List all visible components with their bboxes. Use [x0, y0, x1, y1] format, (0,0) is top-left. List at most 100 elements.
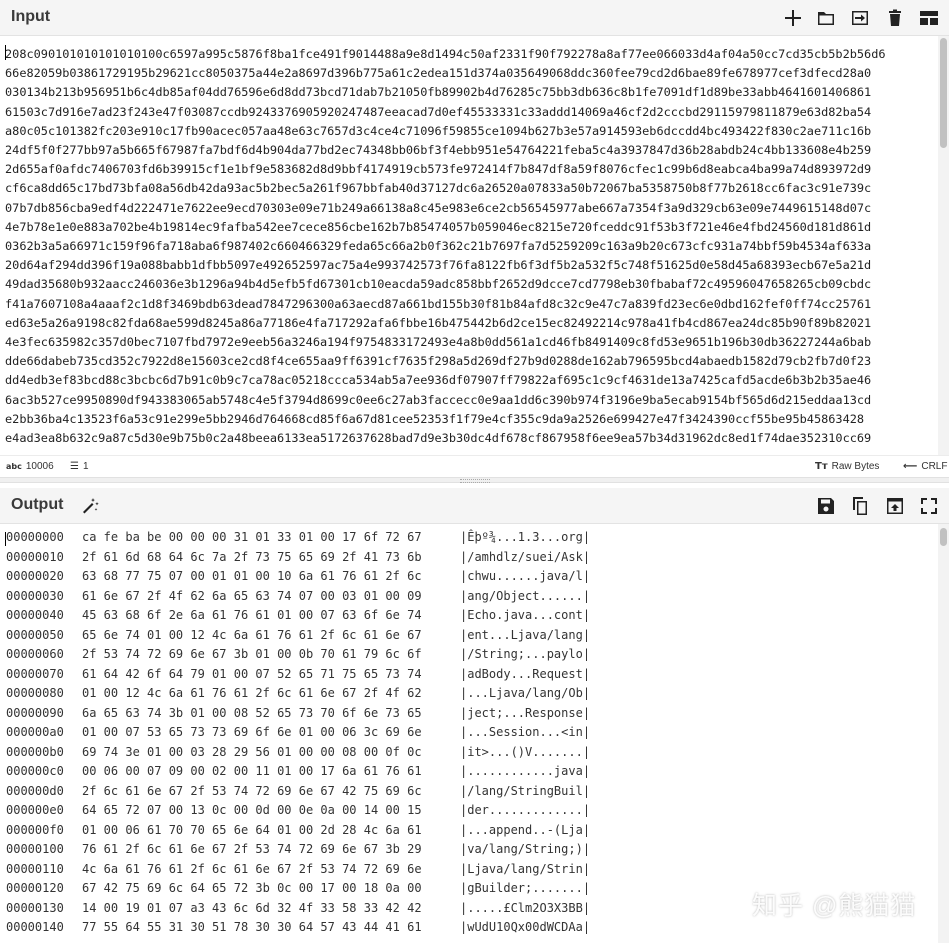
ascii-column: |it>...()V.......| [460, 744, 591, 759]
input-line: dd4edb3ef83bcd88c3bcbc6d7b91c0b9c7ca78ac… [5, 373, 872, 388]
input-line: f41a7607108a4aaaf2c1d8f3469bdb63dead7847… [5, 296, 872, 311]
input-line: 0362b3a5a66971c159f96fa718aba6f987402c66… [5, 239, 872, 254]
ascii-column: |...append..-(Lja| [460, 822, 591, 837]
hex-offset: 00000120 [6, 881, 64, 895]
ascii-column: |gBuilder;.......| [460, 881, 591, 895]
hex-bytes: 01 00 12 4c 6a 61 76 61 2f 6c 61 6e 67 2… [82, 686, 422, 700]
input-line: 20d64af294dd396f19a088babb1dfbb5097e4926… [5, 258, 872, 273]
input-line: 4e3fec635982c357d0bec7107fbd7972e9eeb56a… [5, 335, 872, 350]
output-hexdump[interactable]: 00000000 ca fe ba be 00 00 00 31 01 33 01… [0, 528, 936, 943]
hex-offset: 00000140 [6, 920, 64, 934]
line-count: 1 [82, 461, 89, 472]
maximize-icon [921, 498, 937, 514]
hex-bytes: 65 6e 74 01 00 12 4c 6a 61 76 61 2f 6c 6… [82, 627, 422, 642]
hex-offset: 00000100 [6, 842, 64, 856]
import-icon [852, 11, 868, 25]
maximize-output-button[interactable] [917, 494, 941, 518]
input-line: 4e7b78e1e0e883a702be4b19814ec9fafba542ee… [5, 219, 872, 234]
hex-bytes: 61 6e 67 2f 4f 62 6a 65 63 74 07 00 03 0… [82, 588, 422, 603]
ascii-column: |............java| [460, 764, 591, 778]
input-line: 6ac3b527ce9950890df943383065ab5748c4e5f3… [5, 392, 872, 407]
output-scrollbar[interactable] [938, 524, 949, 943]
input-textarea[interactable]: 208c090101010101010100c6597a995c5876f8ba… [0, 36, 936, 454]
hex-bytes: 69 74 3e 01 00 03 28 29 56 01 00 00 08 0… [82, 744, 422, 759]
resize-grip[interactable] [460, 479, 490, 483]
text-cursor [5, 45, 6, 60]
ascii-column: |va/lang/String;)| [460, 842, 591, 856]
hexdump-row: 00000030 61 6e 67 2f 4f 62 6a 65 63 74 07… [0, 587, 936, 607]
ascii-column: |/String;...paylo| [460, 647, 591, 661]
add-tab-button[interactable] [781, 6, 805, 30]
hex-offset: 000000a0 [6, 725, 64, 739]
hex-offset: 00000090 [6, 705, 64, 720]
hex-bytes: 77 55 64 55 31 30 51 78 30 30 64 57 43 4… [82, 920, 422, 934]
output-scrollbar-thumb[interactable] [940, 528, 947, 546]
hexdump-row: 00000000 ca fe ba be 00 00 00 31 01 33 01… [0, 528, 936, 548]
hex-bytes: 61 64 42 6f 64 79 01 00 07 52 65 71 75 6… [82, 666, 422, 681]
zhihu-watermark: 知乎 @熊猫猫 [752, 892, 917, 920]
hex-offset: 000000b0 [6, 744, 64, 759]
input-panel-header: Input [0, 0, 949, 36]
ascii-column: |wUdU10Qx00dWCDAa| [460, 920, 591, 934]
reset-layout-button[interactable] [917, 6, 941, 30]
eol-selector[interactable]: ⟵ CRLF [903, 461, 947, 472]
text-encoding-icon: Tт [815, 461, 828, 472]
hex-bytes: 2f 61 6d 68 64 6c 7a 2f 73 75 65 69 2f 4… [82, 549, 422, 564]
input-line: e4ad3ea8b632c9a87c5d30e9b75b0c2a48beea61… [5, 431, 872, 446]
open-folder-button[interactable] [848, 6, 872, 30]
open-file-button[interactable] [814, 6, 838, 30]
replace-input-button[interactable] [883, 494, 907, 518]
hexdump-row: 00000100 76 61 2f 6c 61 6e 67 2f 53 74 72… [0, 840, 936, 860]
return-arrow-icon: ⟵ [903, 461, 918, 472]
line-count-icon: ☰ [70, 461, 79, 472]
copy-output-button[interactable] [848, 494, 872, 518]
panel-resize-divider[interactable] [0, 477, 949, 483]
save-icon [818, 498, 834, 514]
magic-button[interactable] [78, 494, 102, 518]
hex-bytes: 4c 6a 61 76 61 2f 6c 61 6e 67 2f 53 74 7… [82, 861, 422, 876]
input-status-bar: abc 10006 ☰ 1 Tт Raw Bytes ⟵ CRLF [0, 455, 949, 478]
input-title: Input [11, 8, 51, 25]
input-line: 208c090101010101010100c6597a995c5876f8ba… [5, 47, 886, 61]
hexdump-row: 00000020 63 68 77 75 07 00 01 01 00 10 6a… [0, 567, 936, 587]
ascii-column: |ang/Object......| [460, 588, 591, 603]
hexdump-row: 00000070 61 64 42 6f 64 79 01 00 07 52 65… [0, 665, 936, 685]
hex-bytes: 01 00 07 53 65 73 73 69 6f 6e 01 00 06 3… [82, 725, 422, 739]
input-encoding-selector[interactable]: Tт Raw Bytes [815, 461, 879, 472]
input-line: 66e82059b03861729195b29621cc8050375a44e2… [5, 66, 872, 81]
save-output-button[interactable] [814, 494, 838, 518]
hex-offset: 00000010 [6, 549, 64, 564]
input-line: 49dad35680b932aacc246036e3b1296a94b4d5ef… [5, 277, 872, 292]
hex-offset: 000000c0 [6, 764, 64, 778]
input-line: 2d655af0afdc7406703fd6b39915cf1e1bf9e583… [5, 162, 872, 177]
hex-offset: 00000040 [6, 608, 64, 622]
ascii-column: |adBody...Request| [460, 666, 591, 681]
input-encoding-label: Raw Bytes [831, 461, 880, 472]
hex-offset: 00000030 [6, 588, 64, 603]
plus-icon [785, 10, 801, 26]
ascii-column: |/amhdlz/suei/Ask| [460, 549, 591, 564]
input-scrollbar[interactable] [938, 36, 949, 455]
hex-bytes: 2f 6c 61 6e 67 2f 53 74 72 69 6e 67 42 7… [82, 783, 422, 798]
output-panel-header: Output [0, 488, 949, 524]
hex-offset: 00000110 [6, 861, 64, 876]
hex-offset: 00000020 [6, 569, 64, 583]
output-title: Output [11, 496, 64, 513]
hex-offset: 00000060 [6, 647, 64, 661]
hex-bytes: 45 63 68 6f 2e 6a 61 76 61 01 00 07 63 6… [82, 608, 422, 622]
ascii-column: |chwu......java/l| [460, 569, 591, 583]
hex-bytes: 00 06 00 07 09 00 02 00 11 01 00 17 6a 6… [82, 764, 422, 778]
hex-bytes: 01 00 06 61 70 70 65 6e 64 01 00 2d 28 4… [82, 822, 422, 837]
eol-label: CRLF [921, 461, 948, 472]
ascii-column: |/lang/StringBuil| [460, 783, 591, 798]
input-line: 07b7db856cba9edf4d222471e7622ee9ecd70303… [5, 200, 872, 215]
clear-input-button[interactable] [883, 6, 907, 30]
input-scrollbar-thumb[interactable] [940, 38, 947, 148]
hex-bytes: 6a 65 63 74 3b 01 00 08 52 65 73 70 6f 6… [82, 705, 422, 720]
ascii-column: |...Ljava/lang/Ob| [460, 686, 591, 700]
hexdump-row: 000000c0 00 06 00 07 09 00 02 00 11 01 00… [0, 762, 936, 782]
hexdump-row: 00000080 01 00 12 4c 6a 61 76 61 2f 6c 61… [0, 684, 936, 704]
input-line: 24df5f0f277bb97a5b665f67987fa7bdf6d4b904… [5, 143, 872, 158]
hex-bytes: 64 65 72 07 00 13 0c 00 0d 00 0e 0a 00 1… [82, 803, 422, 817]
input-text-content: 208c090101010101010100c6597a995c5876f8ba… [0, 36, 936, 448]
